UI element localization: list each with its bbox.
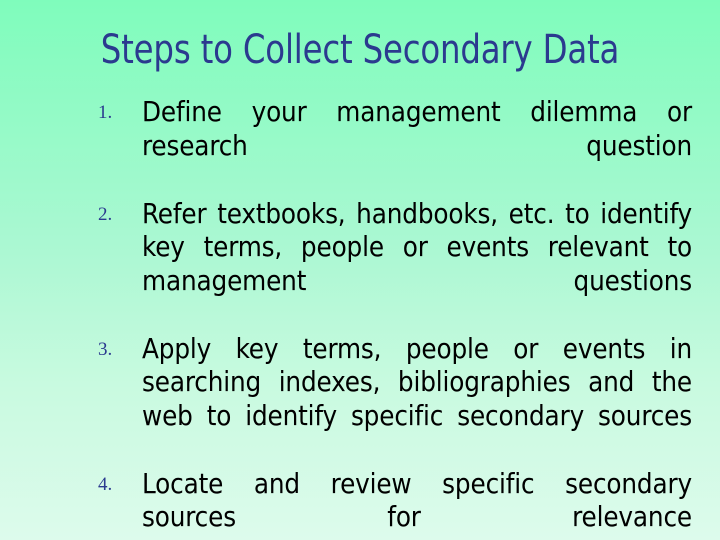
list-item: 2. Refer textbooks, handbooks, etc. to i…: [96, 198, 692, 332]
list-item-marker: 4.: [98, 473, 113, 495]
presentation-slide: Steps to Collect Secondary Data 1. Defin…: [0, 0, 720, 540]
list-item-text: Apply key terms, people or events in sea…: [142, 332, 692, 432]
list-item-text: Refer textbooks, handbooks, etc. to iden…: [142, 197, 692, 297]
list-item-marker: 1.: [98, 102, 113, 123]
list-item-marker: 2.: [98, 203, 113, 225]
list-item: 3. Apply key terms, people or events in …: [96, 333, 692, 467]
list-item-text: Locate and review specific secondary sou…: [142, 467, 692, 534]
list-item: 1. Define your management dilemma or res…: [96, 96, 692, 197]
list-item: 4. Locate and review specific secondary …: [96, 468, 692, 540]
page-title: Steps to Collect Secondary Data: [100, 27, 620, 73]
numbered-steps-list: 1. Define your management dilemma or res…: [96, 96, 692, 540]
list-item-marker: 3.: [98, 338, 113, 360]
list-item-text: Define your management dilemma or resear…: [142, 96, 692, 162]
